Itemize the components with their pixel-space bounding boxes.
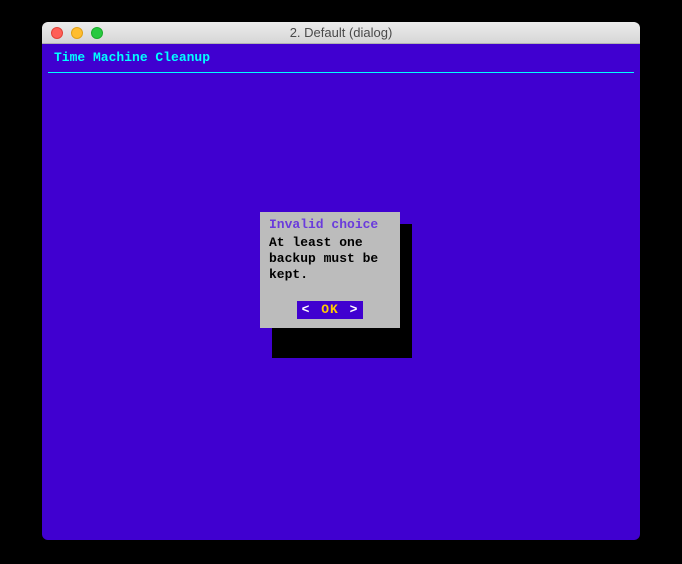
close-icon[interactable]	[51, 27, 63, 39]
title-divider	[48, 72, 634, 73]
dialog-title-row: Invalid choice	[269, 217, 391, 233]
macos-window: 2. Default (dialog) Time Machine Cleanup…	[42, 22, 640, 540]
traffic-lights	[42, 27, 103, 39]
dialog-container: Invalid choice At least one backup must …	[260, 212, 400, 328]
chevron-right-icon: >	[350, 302, 359, 317]
window-title: 2. Default (dialog)	[42, 25, 640, 40]
terminal-screen: Time Machine Cleanup Invalid choice At l…	[42, 44, 640, 540]
dialog-box: Invalid choice At least one backup must …	[260, 212, 400, 328]
ok-button-label: OK	[319, 302, 341, 317]
zoom-icon[interactable]	[91, 27, 103, 39]
minimize-icon[interactable]	[71, 27, 83, 39]
chevron-left-icon: <	[302, 302, 311, 317]
window-titlebar[interactable]: 2. Default (dialog)	[42, 22, 640, 44]
dialog-message: At least one backup must be kept.	[269, 235, 391, 283]
dialog-title: Invalid choice	[269, 217, 378, 233]
app-title: Time Machine Cleanup	[54, 50, 210, 66]
ok-button[interactable]: < OK >	[297, 301, 363, 319]
